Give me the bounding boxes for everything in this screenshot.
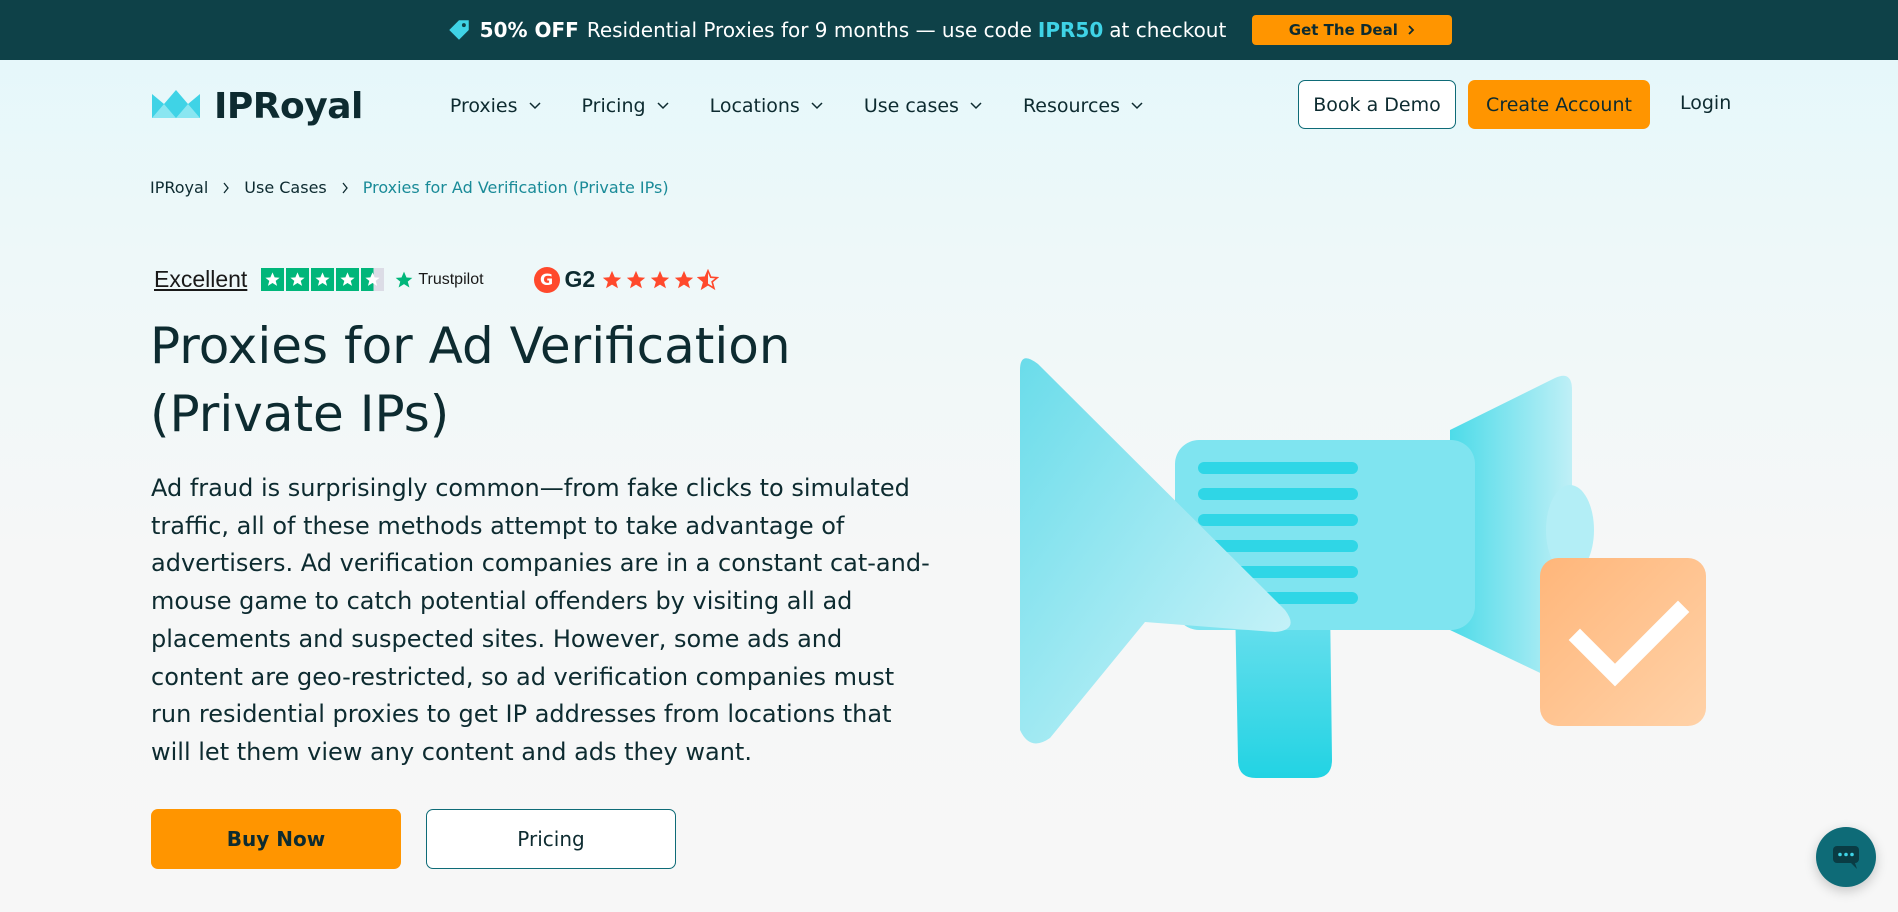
menu-label: Use cases xyxy=(863,95,959,117)
get-deal-label: Get The Deal xyxy=(1288,21,1398,39)
logo[interactable]: IPRoyal xyxy=(150,86,363,127)
logo-text: IPRoyal xyxy=(214,85,363,127)
ratings-row: Excellent Trustpilot G G2 xyxy=(154,266,720,293)
get-deal-button[interactable]: Get The Deal xyxy=(1252,15,1453,45)
trustpilot-star-icon xyxy=(395,271,413,287)
breadcrumb-home[interactable]: IPRoyal xyxy=(150,178,208,197)
breadcrumb: IPRoyal Use Cases Proxies for Ad Verific… xyxy=(150,178,669,197)
breadcrumb-use-cases[interactable]: Use Cases xyxy=(244,178,326,197)
star-icon xyxy=(261,268,285,291)
g2-brand[interactable]: G2 xyxy=(565,266,596,293)
title-line-1: Proxies for Ad Verification xyxy=(150,317,791,375)
promo-code: IPR50 xyxy=(1037,18,1104,42)
g2-stars xyxy=(601,268,720,291)
chevron-right-icon xyxy=(342,182,348,193)
crown-icon xyxy=(152,90,200,118)
promo-banner: 50% OFF Residential Proxies for 9 months… xyxy=(0,0,1898,60)
title-line-2: (Private IPs) xyxy=(150,385,450,443)
star-icon xyxy=(311,268,335,291)
menu-pricing[interactable]: Pricing xyxy=(582,95,670,117)
menu-locations[interactable]: Locations xyxy=(710,95,824,117)
promo-text: Residential Proxies for 9 months — use c… xyxy=(586,18,1032,42)
chevron-down-icon xyxy=(1131,102,1143,110)
nav-menu: Proxies Pricing Locations Use cases Reso… xyxy=(450,95,1144,117)
page-title: Proxies for Ad Verification (Private IPs… xyxy=(150,312,870,448)
g2-logo-icon: G xyxy=(533,266,560,293)
star-icon xyxy=(336,268,360,291)
chevron-down-icon xyxy=(528,102,541,110)
megaphone-checkmark-illustration xyxy=(1020,358,1706,778)
menu-label: Resources xyxy=(1022,95,1120,117)
menu-label: Proxies xyxy=(449,95,518,117)
chat-icon xyxy=(1833,846,1859,869)
chevron-right-icon xyxy=(1408,25,1415,35)
star-icon xyxy=(627,270,646,288)
chevron-down-icon xyxy=(811,102,823,110)
chevron-right-icon xyxy=(223,182,230,193)
pricing-button[interactable]: Pricing xyxy=(426,809,676,869)
chat-button[interactable] xyxy=(1816,827,1876,887)
star-half-icon xyxy=(697,268,720,290)
promo-suffix: at checkout xyxy=(1109,18,1227,42)
tag-icon xyxy=(448,20,469,40)
book-demo-button[interactable]: Book a Demo xyxy=(1298,80,1456,129)
menu-proxies[interactable]: Proxies xyxy=(450,95,542,117)
trustpilot-stars xyxy=(261,268,385,291)
hero-description: Ad fraud is surprisingly common—from fak… xyxy=(151,474,930,766)
buy-now-button[interactable]: Buy Now xyxy=(151,809,401,869)
trustpilot-rating-word[interactable]: Excellent xyxy=(154,266,247,293)
menu-label: Pricing xyxy=(581,95,646,117)
menu-resources[interactable]: Resources xyxy=(1023,95,1144,117)
star-icon xyxy=(603,270,622,288)
promo-percent: 50% OFF xyxy=(479,18,579,42)
breadcrumb-current: Proxies for Ad Verification (Private IPs… xyxy=(362,178,669,197)
create-account-button[interactable]: Create Account xyxy=(1468,80,1650,129)
chevron-down-icon xyxy=(657,102,669,110)
trustpilot-brand: Trustpilot xyxy=(418,270,484,288)
star-icon xyxy=(286,268,310,291)
menu-use-cases[interactable]: Use cases xyxy=(864,95,983,117)
login-link[interactable]: Login xyxy=(1680,92,1731,114)
menu-label: Locations xyxy=(709,95,800,117)
star-icon xyxy=(651,270,670,288)
chevron-down-icon xyxy=(970,102,982,110)
star-icon xyxy=(675,270,694,288)
trustpilot-logo[interactable]: Trustpilot xyxy=(394,270,484,290)
star-half-icon xyxy=(361,268,385,291)
